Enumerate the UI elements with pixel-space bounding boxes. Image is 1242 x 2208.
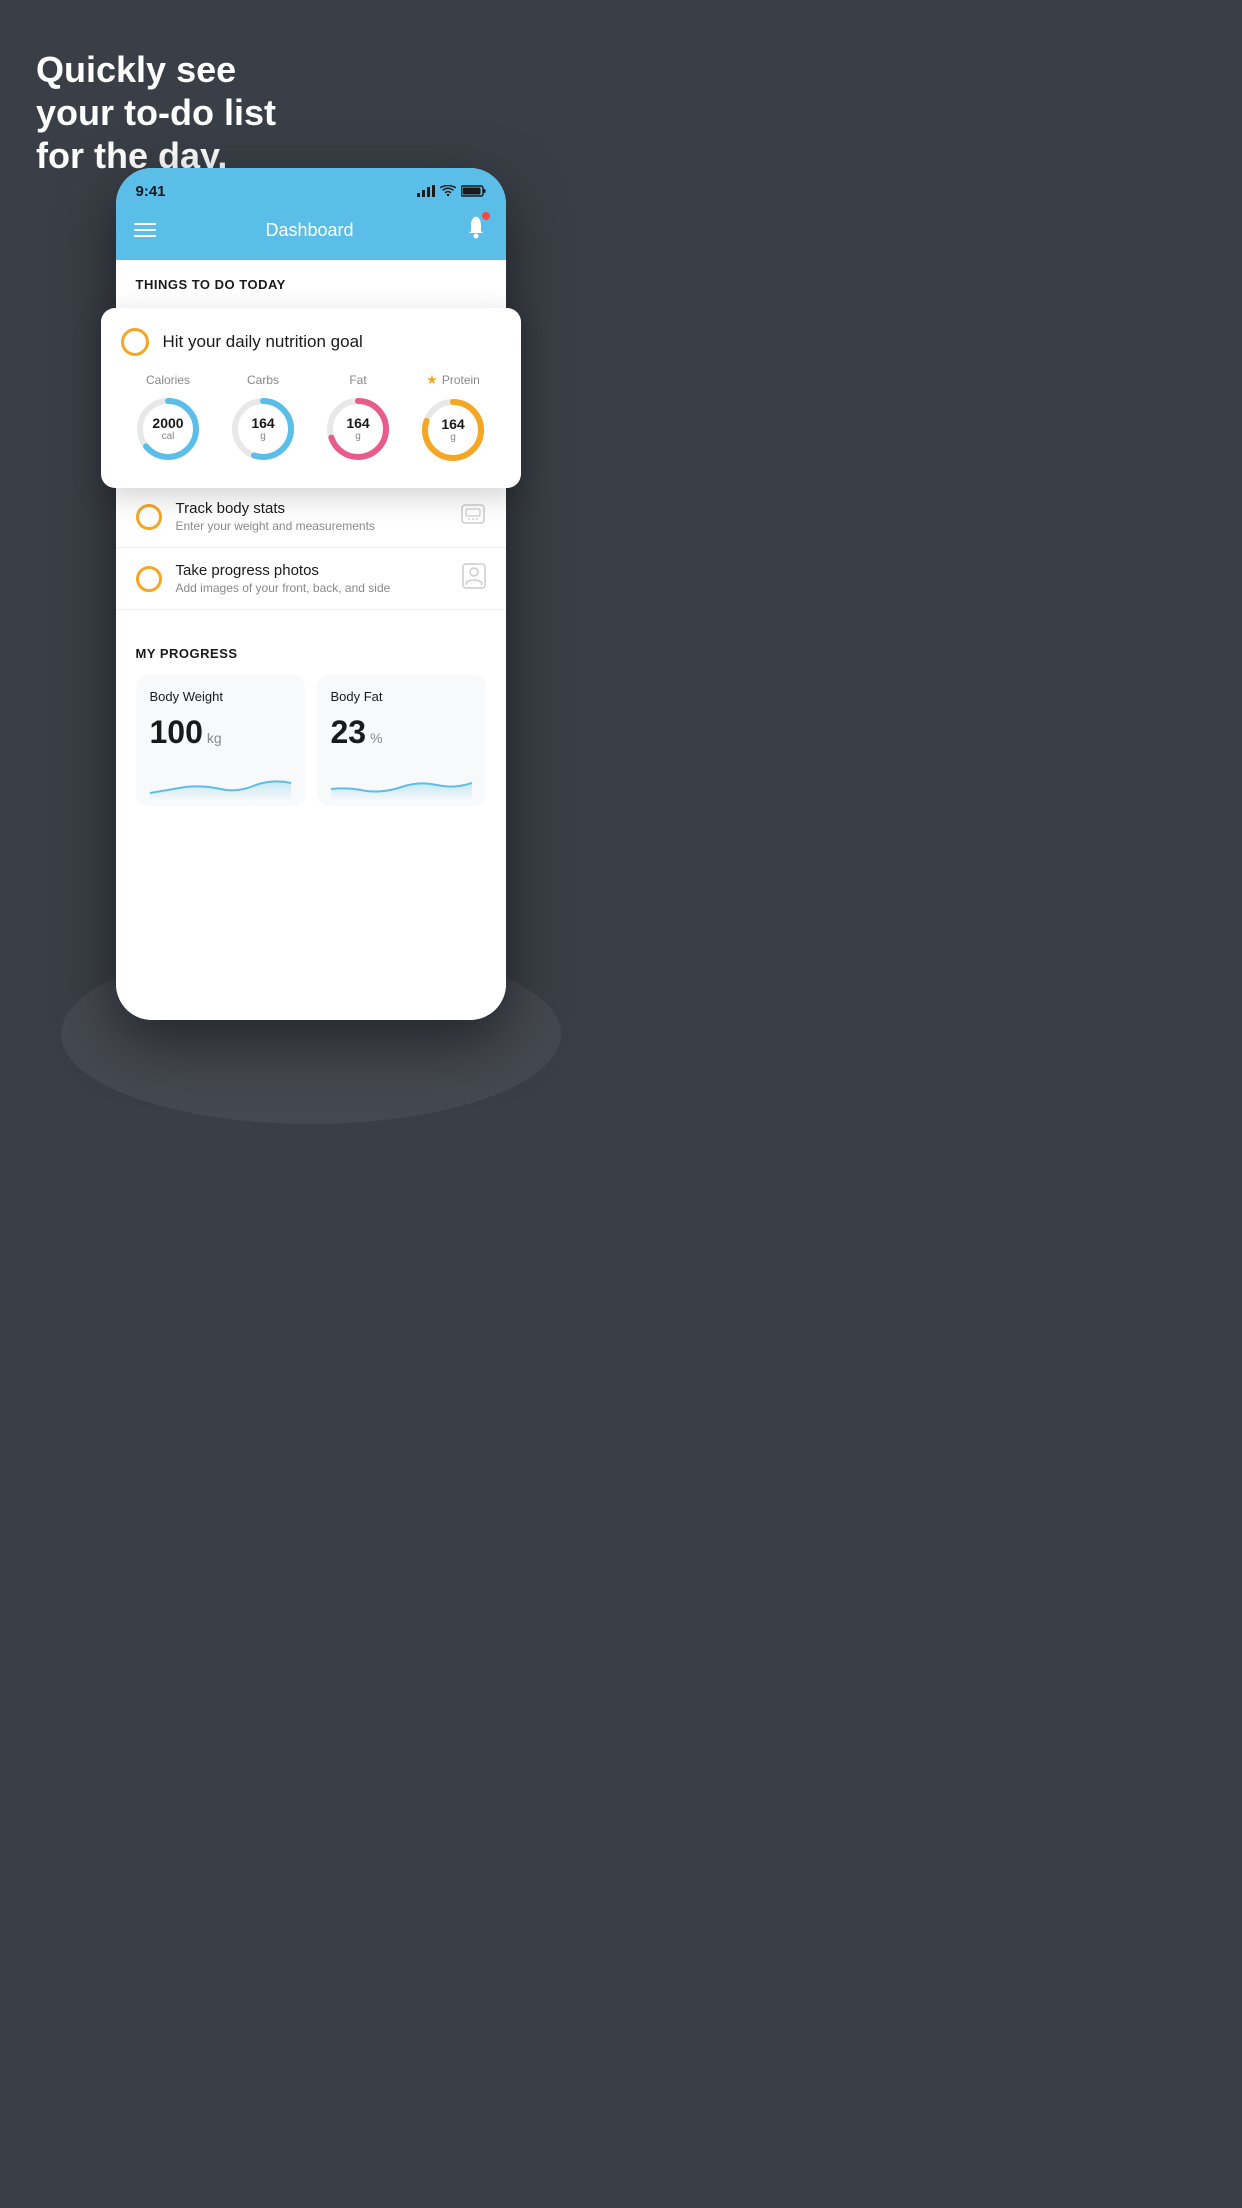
person-icon — [462, 563, 486, 595]
carbs-unit: g — [251, 431, 274, 442]
body-weight-title: Body Weight — [150, 689, 291, 704]
progress-section: MY PROGRESS Body Weight 100 kg — [116, 626, 506, 806]
body-fat-card[interactable]: Body Fat 23 % — [317, 675, 486, 806]
carbs-donut: 164 g — [227, 393, 299, 465]
nutrition-circle-check — [121, 328, 149, 356]
progress-cards: Body Weight 100 kg — [136, 675, 486, 806]
calories-unit: cal — [152, 431, 183, 442]
fat-stat: Fat 164 g — [322, 373, 394, 465]
fat-unit: g — [346, 431, 369, 442]
calories-value: 2000 — [152, 416, 183, 431]
nutrition-card: Hit your daily nutrition goal Calories 2… — [101, 308, 521, 488]
menu-button[interactable] — [134, 223, 156, 237]
status-time: 9:41 — [136, 183, 166, 200]
battery-icon — [461, 185, 486, 197]
carbs-value: 164 — [251, 416, 274, 431]
protein-donut: 164 g — [417, 394, 489, 466]
hero-headline: Quickly see your to-do list for the day. — [36, 48, 276, 178]
nutrition-card-title: Hit your daily nutrition goal — [163, 332, 363, 352]
body-weight-value: 100 — [150, 714, 203, 751]
fat-donut: 164 g — [322, 393, 394, 465]
body-weight-card[interactable]: Body Weight 100 kg — [136, 675, 305, 806]
protein-label: ★ Protein — [426, 372, 480, 388]
status-icons — [417, 185, 486, 197]
protein-value: 164 — [441, 417, 464, 432]
carbs-label: Carbs — [247, 373, 279, 387]
todo-title-body-stats: Track body stats — [176, 500, 446, 517]
todo-item-photos[interactable]: Take progress photos Add images of your … — [116, 548, 506, 610]
signal-icon — [417, 185, 435, 197]
nav-bar: Dashboard — [116, 204, 506, 260]
todo-title-photos: Take progress photos — [176, 562, 448, 579]
nav-title: Dashboard — [265, 220, 353, 241]
protein-stat: ★ Protein 164 g — [417, 372, 489, 466]
body-weight-chart — [150, 765, 291, 801]
body-fat-value: 23 — [331, 714, 367, 751]
notification-dot — [482, 212, 490, 220]
protein-unit: g — [441, 432, 464, 443]
progress-header: MY PROGRESS — [136, 646, 486, 661]
calories-donut: 2000 cal — [132, 393, 204, 465]
phone-mockup: 9:41 — [116, 168, 506, 1020]
things-today-label: THINGS TO DO TODAY — [136, 277, 286, 292]
protein-star-icon: ★ — [426, 372, 438, 388]
todo-subtitle-body-stats: Enter your weight and measurements — [176, 519, 446, 533]
notifications-button[interactable] — [464, 214, 488, 246]
calories-label: Calories — [146, 373, 190, 387]
body-fat-title: Body Fat — [331, 689, 472, 704]
todo-circle-body-stats — [136, 504, 162, 530]
carbs-stat: Carbs 164 g — [227, 373, 299, 465]
todo-circle-photos — [136, 566, 162, 592]
fat-label: Fat — [349, 373, 366, 387]
status-bar: 9:41 — [116, 168, 506, 204]
todo-subtitle-photos: Add images of your front, back, and side — [176, 581, 448, 595]
nutrition-stats: Calories 2000 cal Carbs — [121, 372, 501, 466]
wifi-icon — [440, 185, 456, 197]
todo-item-body-stats[interactable]: Track body stats Enter your weight and m… — [116, 486, 506, 548]
calories-stat: Calories 2000 cal — [132, 373, 204, 465]
things-today-header: THINGS TO DO TODAY — [116, 260, 506, 304]
fat-value: 164 — [346, 416, 369, 431]
body-fat-unit: % — [370, 730, 382, 746]
body-fat-chart — [331, 765, 472, 801]
body-weight-unit: kg — [207, 730, 222, 746]
scale-icon — [460, 501, 486, 533]
